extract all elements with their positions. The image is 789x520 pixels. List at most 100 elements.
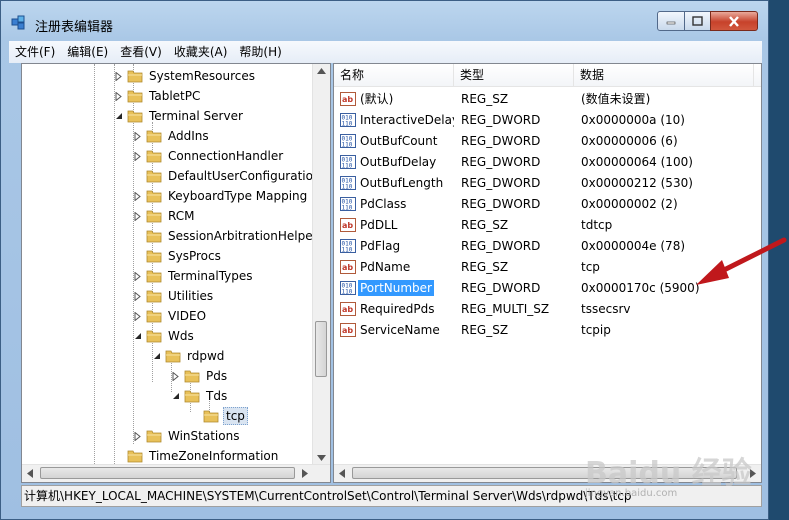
menu-favorites[interactable]: 收藏夹(A) [168,42,234,62]
tree-node-label: TerminalTypes [168,269,253,283]
menu-edit[interactable]: 编辑(E) [61,42,114,62]
tree-node[interactable]: DefaultUserConfiguration [133,166,323,186]
folder-icon [146,129,162,143]
binary-value-icon: 010 110 [340,280,356,296]
expand-arrow-icon[interactable] [171,371,180,381]
tree-node[interactable]: TerminalTypes [133,266,255,286]
folder-icon [146,169,162,183]
value-type: REG_DWORD [461,280,541,295]
expand-arrow-icon[interactable] [114,71,123,81]
tree-node[interactable]: rdpwd [152,346,226,366]
expand-arrow-icon[interactable] [133,211,142,221]
value-type: REG_DWORD [461,175,541,190]
value-type: REG_SZ [461,91,509,106]
value-row[interactable]: 010 110 PdClass REG_DWORD 0x00000002 (2) [334,193,754,214]
value-name-cell: 010 110 OutBufLength [334,175,454,191]
binary-value-icon: 010 110 [340,238,356,254]
tree-node-label: Pds [206,369,228,383]
tree-node[interactable]: TimeZoneInformation [114,446,280,466]
tree-node[interactable]: tcp [190,406,248,426]
tree-node-label: SysProcs [168,249,221,263]
value-name-cell: 010 110 PdFlag [334,238,454,254]
value-row[interactable]: 010 110 OutBufDelay REG_DWORD 0x00000064 (10… [334,151,754,172]
value-row[interactable]: ab ServiceName REG_SZ tcpip [334,319,754,340]
key-tree-pane[interactable]: SystemResources TabletPC Terminal Server Ad… [21,63,331,483]
tree-node-label: WinStations [168,429,240,443]
value-row[interactable]: 010 110 OutBufCount REG_DWORD 0x00000006 (6) [334,130,754,151]
column-header-name[interactable]: 名称 [334,64,454,86]
collapse-arrow-icon[interactable] [114,112,123,121]
tree-node[interactable]: TabletPC [114,86,202,106]
values-header: 名称 类型 数据 [334,64,761,87]
value-row[interactable]: 010 110 InteractiveDelay REG_DWORD 0x0000000… [334,109,754,130]
value-name: ServiceName [360,322,440,337]
value-row[interactable]: ab RequiredPds REG_MULTI_SZ tssecsrv [334,298,754,319]
close-button[interactable] [710,11,758,31]
expand-arrow-icon[interactable] [133,291,142,301]
tree-node[interactable]: RCM [133,206,196,226]
value-row[interactable]: 010 110 OutBufLength REG_DWORD 0x00000212 (5… [334,172,754,193]
tree-node-label: AddIns [168,129,209,143]
scroll-down-icon[interactable] [317,455,326,461]
scroll-up-icon[interactable] [317,68,326,74]
scroll-left-icon[interactable] [27,469,33,478]
minimize-button[interactable] [657,11,685,31]
folder-open-icon [127,109,143,123]
value-row[interactable]: ab PdName REG_SZ tcp [334,256,754,277]
folder-icon [146,289,162,303]
scroll-left-icon[interactable] [339,469,345,478]
value-data: 0x00000002 (2) [581,196,678,211]
svg-text:110: 110 [342,288,353,295]
menu-file[interactable]: 文件(F) [9,42,61,62]
expand-arrow-icon[interactable] [133,431,142,441]
column-header-data[interactable]: 数据 [574,64,754,86]
tree-node[interactable]: AddIns [133,126,211,146]
collapse-arrow-icon[interactable] [133,332,142,341]
value-row[interactable]: 010 110 PortNumber REG_DWORD 0x0000170c (590… [334,277,754,298]
folder-icon [146,429,162,443]
tree-node[interactable]: SysProcs [133,246,223,266]
menu-view[interactable]: 查看(V) [114,42,168,62]
close-icon [729,15,739,27]
svg-text:ab: ab [342,326,353,335]
expand-arrow-icon[interactable] [114,91,123,101]
collapse-arrow-icon[interactable] [171,392,180,401]
tree-scroll-thumb[interactable] [315,321,327,377]
column-header-type[interactable]: 类型 [454,64,574,86]
tree-node[interactable]: Terminal Server [114,106,245,126]
tree-node[interactable]: VIDEO [133,306,208,326]
expand-arrow-icon[interactable] [133,271,142,281]
tree-node[interactable]: Tds [171,386,229,406]
svg-text:ab: ab [342,221,353,230]
scroll-right-icon[interactable] [302,469,308,478]
expand-arrow-icon[interactable] [133,191,142,201]
maximize-button[interactable] [684,11,711,31]
expand-arrow-icon[interactable] [133,131,142,141]
folder-icon [146,189,162,203]
tree-node[interactable]: SessionArbitrationHelper [133,226,320,246]
value-row[interactable]: ab (默认) REG_SZ (数值未设置) [334,88,754,109]
tree-node[interactable]: Pds [171,366,229,386]
baidu-watermark: Baidu 经验 jingyan.baidu.com [585,448,752,499]
tree-node[interactable]: WinStations [133,426,241,446]
tree-node[interactable]: KeyboardType Mapping [133,186,309,206]
value-row[interactable]: 010 110 PdFlag REG_DWORD 0x0000004e (78) [334,235,754,256]
tree-hscroll-thumb[interactable] [40,467,295,479]
value-row[interactable]: ab PdDLL REG_SZ tdtcp [334,214,754,235]
value-name-cell: 010 110 OutBufCount [334,133,454,149]
menu-help[interactable]: 帮助(H) [233,42,287,62]
tree-node[interactable]: Utilities [133,286,215,306]
expand-arrow-icon[interactable] [133,311,142,321]
title-bar[interactable]: 注册表编辑器 [1,1,768,35]
tree-vertical-scrollbar[interactable] [312,64,330,466]
tree-horizontal-scrollbar[interactable] [22,464,330,482]
collapse-arrow-icon[interactable] [152,352,161,361]
tree-node[interactable]: ConnectionHandler [133,146,285,166]
expand-arrow-icon[interactable] [133,151,142,161]
folder-icon [127,69,143,83]
tree-node[interactable]: SystemResources [114,66,257,86]
maximize-icon [692,16,703,26]
tree-node[interactable]: Wds [133,326,196,346]
value-name: PdFlag [360,238,401,253]
